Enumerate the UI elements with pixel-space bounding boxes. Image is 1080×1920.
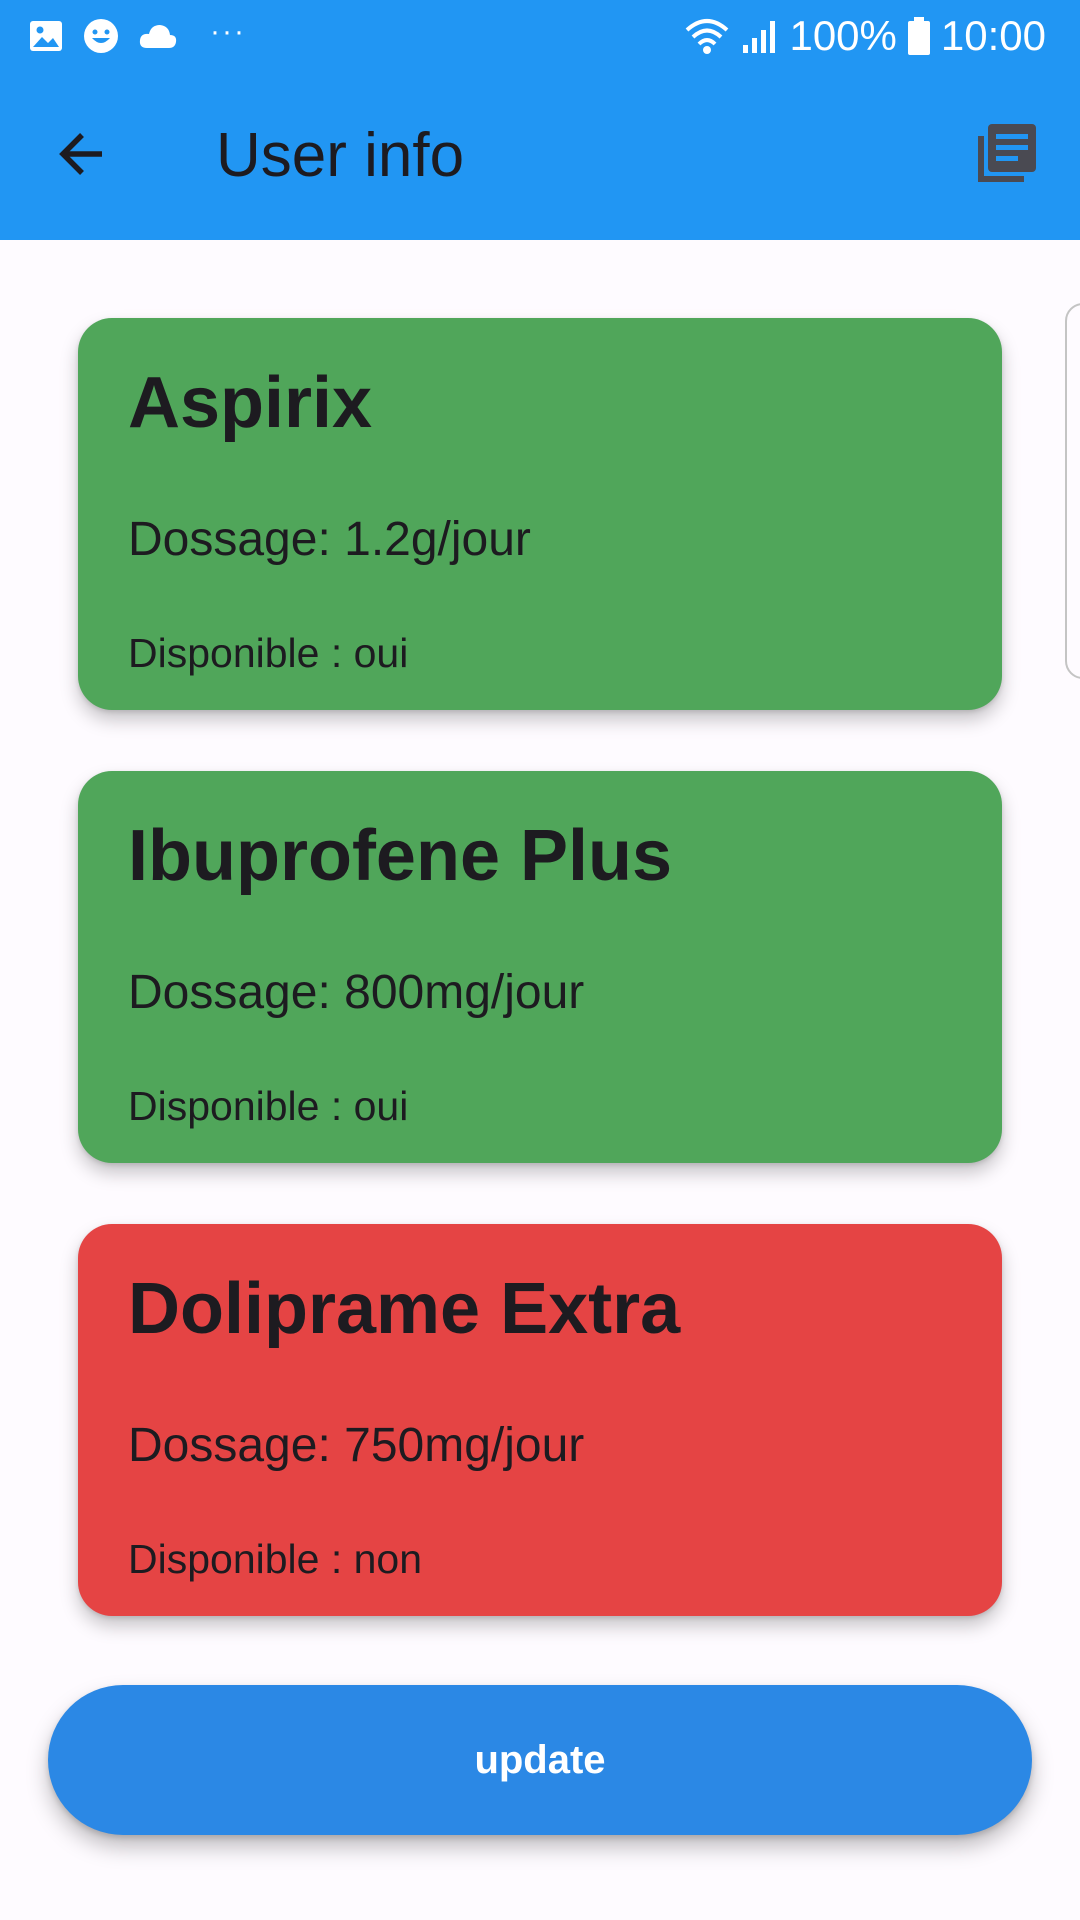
status-bar-system: 100% 10:00 xyxy=(683,12,1046,60)
wifi-icon xyxy=(683,16,731,56)
app-bar: User info xyxy=(0,72,1080,240)
status-bar: ··· 100% 10:00 xyxy=(0,0,1080,72)
library-button[interactable] xyxy=(966,116,1046,196)
smiley-icon xyxy=(82,17,120,55)
battery-icon xyxy=(907,16,931,56)
more-notifications-icon: ··· xyxy=(210,15,246,48)
arrow-back-icon xyxy=(54,126,110,187)
medication-dosage: Dossage: 1.2g/jour xyxy=(128,513,531,566)
next-page-card-edge[interactable] xyxy=(1065,303,1080,679)
medication-dosage: Dossage: 750mg/jour xyxy=(128,1419,585,1472)
user-info-screen: ··· 100% 10:00 User info Aspirix Dossage… xyxy=(0,0,1080,1920)
medication-name: Doliprame Extra xyxy=(128,1269,681,1349)
status-bar-notifications: ··· xyxy=(28,14,246,58)
library-books-icon xyxy=(974,122,1038,191)
battery-percent: 100% xyxy=(789,12,897,59)
medication-card[interactable]: Aspirix Dossage: 1.2g/jour Disponible : … xyxy=(78,318,1002,710)
medication-availability: Disponible : oui xyxy=(128,630,409,676)
medication-name: Aspirix xyxy=(128,363,373,443)
medication-card[interactable]: Doliprame Extra Dossage: 750mg/jour Disp… xyxy=(78,1224,1002,1616)
cloud-icon xyxy=(138,21,178,51)
back-button[interactable] xyxy=(40,114,124,198)
signal-icon xyxy=(741,17,779,55)
medication-availability: Disponible : oui xyxy=(128,1083,409,1129)
update-button[interactable]: update xyxy=(48,1685,1032,1835)
medication-dosage: Dossage: 800mg/jour xyxy=(128,966,585,1019)
medication-availability: Disponible : non xyxy=(128,1536,423,1582)
gallery-icon xyxy=(28,18,64,54)
clock: 10:00 xyxy=(940,12,1046,59)
medication-card[interactable]: Ibuprofene Plus Dossage: 800mg/jour Disp… xyxy=(78,771,1002,1163)
page-title: User info xyxy=(216,121,465,190)
medication-name: Ibuprofene Plus xyxy=(128,816,673,896)
